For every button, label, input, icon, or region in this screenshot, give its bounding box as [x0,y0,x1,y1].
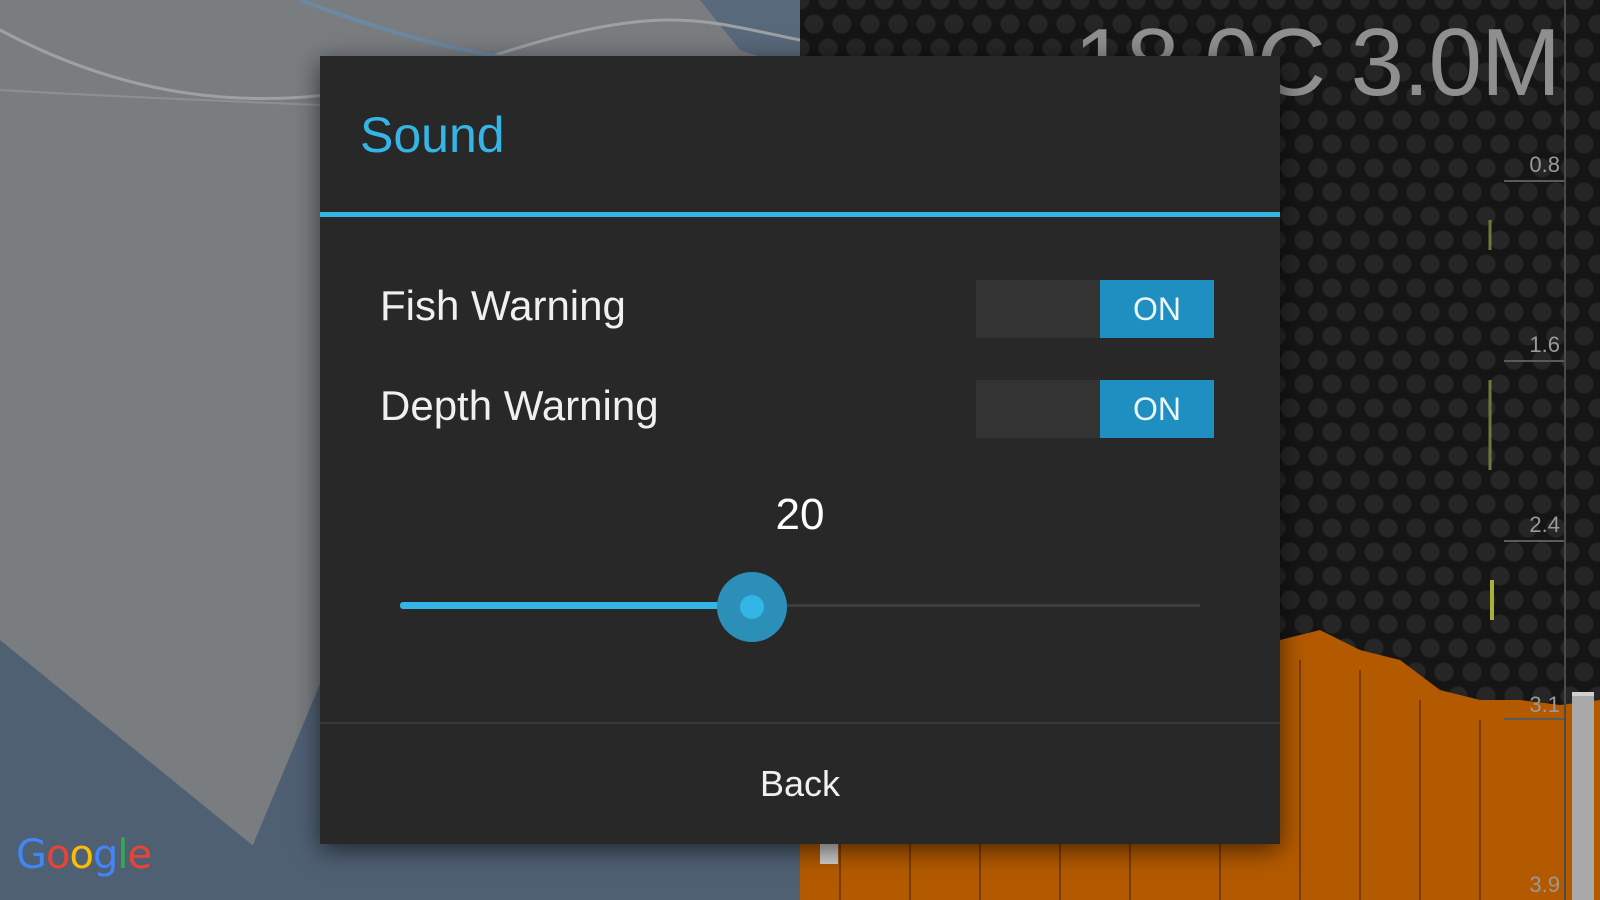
slider-fill [400,602,752,609]
depth-tick-line [1504,718,1564,720]
google-logo-letter: G [16,832,47,878]
depth-tick-label: 2.4 [1529,512,1560,537]
depth-tick-line [1504,540,1564,542]
fish-warning-toggle[interactable]: ON [976,280,1214,338]
google-logo-letter: l [117,832,128,878]
depth-warning-label: Depth Warning [380,382,659,429]
slider-thumb[interactable] [740,595,764,619]
dialog-title: Sound [360,107,505,163]
depth-warning-toggle[interactable]: ON [976,380,1214,438]
google-logo: Google [16,832,152,878]
depth-scale [1564,0,1566,900]
depth-tick-line [1504,360,1564,362]
depth-tick-label: 1.6 [1529,332,1560,357]
google-logo-letter: g [92,832,118,878]
volume-value: 20 [775,490,825,539]
depth-indicator-bar [1572,692,1594,900]
sound-dialog: Sound Fish Warning ON Depth Warning ON 2… [320,56,1280,844]
google-logo-letter: e [127,832,152,878]
google-logo-letter: o [46,832,71,878]
fish-warning-label: Fish Warning [380,282,626,329]
depth-tick-label: 3.1 [1529,692,1560,717]
title-divider [320,212,1280,217]
depth-tick-label: 0.8 [1529,152,1560,177]
depth-tick-line [1504,180,1564,182]
google-logo-letter: o [69,832,94,878]
toggle-on-state: ON [1100,380,1214,438]
volume-slider[interactable] [400,556,1200,656]
depth-tick-label: 3.9 [1529,872,1560,897]
toggle-on-state: ON [1100,280,1214,338]
back-button[interactable]: Back [320,724,1280,844]
